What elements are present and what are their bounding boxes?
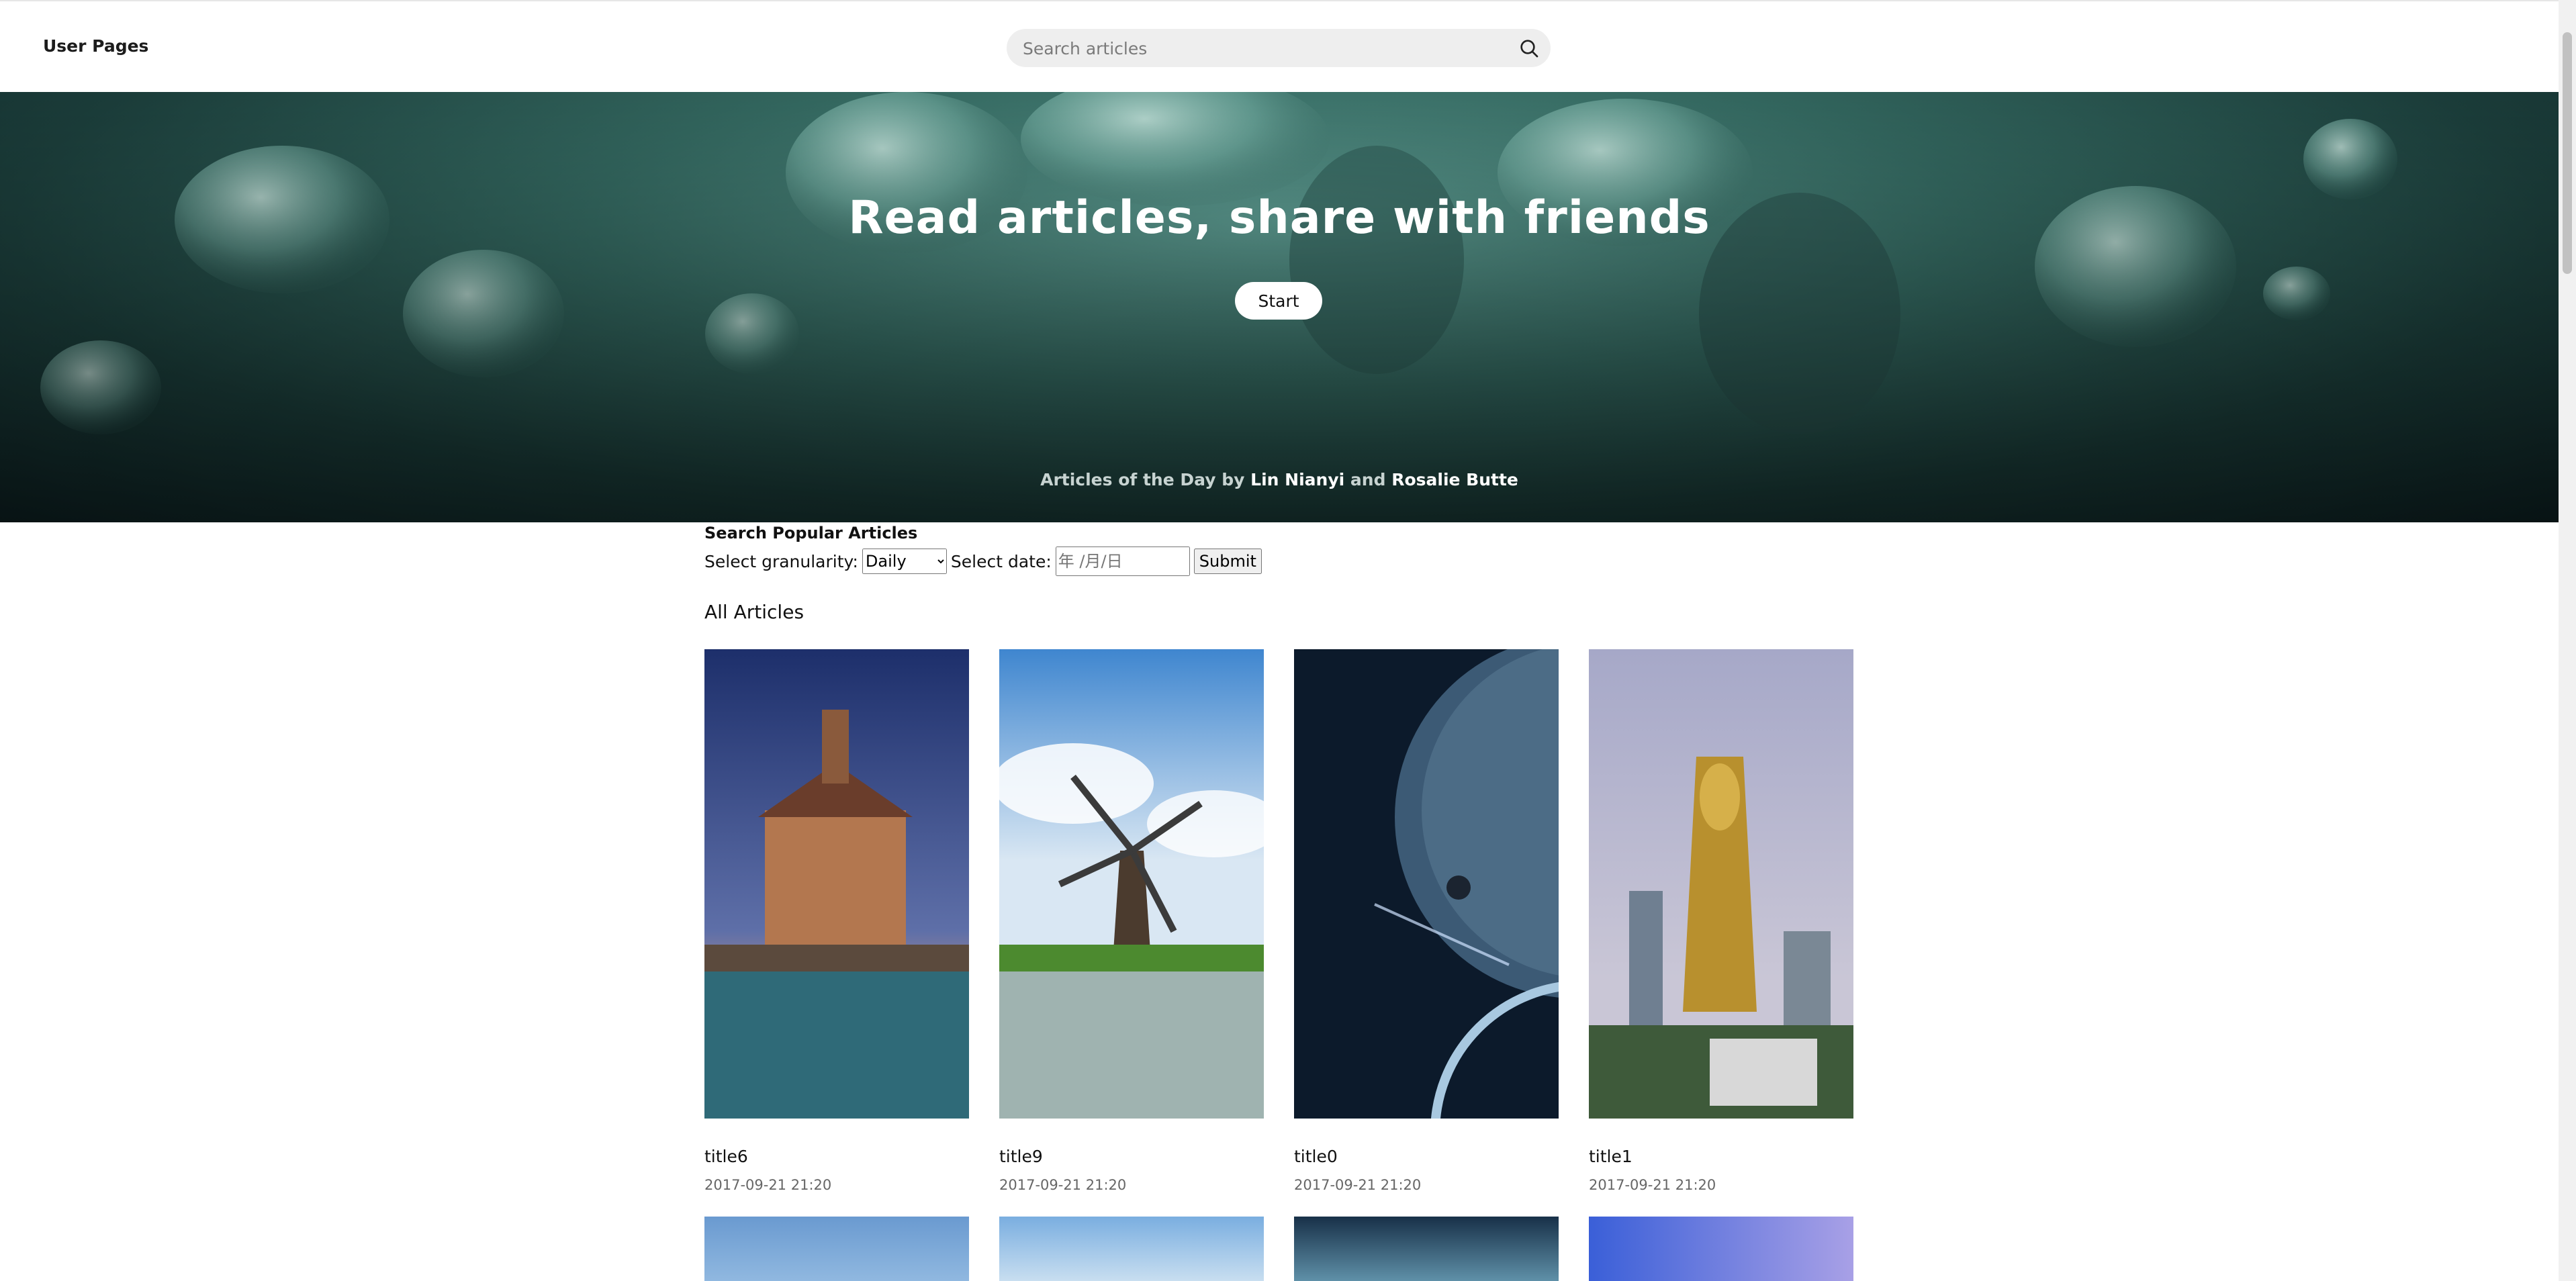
date-label: Select date: <box>950 551 1052 571</box>
search-bar <box>1007 29 1551 68</box>
credit-and: and <box>1350 470 1386 489</box>
article-image-partial[interactable] <box>704 1217 969 1281</box>
hero-headline: Read articles, share with friends <box>848 191 1710 244</box>
article-title[interactable]: title0 <box>1294 1147 1559 1166</box>
credit-author-1[interactable]: Lin Nianyi <box>1250 470 1344 489</box>
article-card[interactable]: title0 2017-09-21 21:20 <box>1294 636 1757 1281</box>
scrollbar-thumb[interactable] <box>2563 32 2572 274</box>
start-button[interactable]: Start <box>1235 282 1322 320</box>
article-title[interactable]: title1 <box>1589 1147 1853 1166</box>
all-articles-title: All Articles <box>704 601 804 623</box>
article-image-town-hall[interactable] <box>704 649 969 1119</box>
popular-section-title: Search Popular Articles <box>704 524 918 542</box>
popular-articles-form: Search Popular Articles Select granulari… <box>704 521 1262 576</box>
top-navigation-bar: User Pages <box>0 0 2559 93</box>
search-input[interactable] <box>1021 29 1494 68</box>
credit-prefix: Articles of the Day by <box>1040 470 1245 489</box>
article-image-skyscraper[interactable] <box>1589 649 1853 1119</box>
article-image-partial[interactable] <box>1294 1217 1559 1281</box>
page-scrollbar[interactable] <box>2559 0 2576 1281</box>
article-date: 2017-09-21 21:20 <box>704 1177 832 1193</box>
article-date: 2017-09-21 21:20 <box>1589 1177 1716 1193</box>
date-input[interactable] <box>1055 547 1190 576</box>
hero-credit: Articles of the Day by Lin Nianyi and Ro… <box>0 470 2559 489</box>
article-date: 2017-09-21 21:20 <box>999 1177 1127 1193</box>
article-image-partial[interactable] <box>999 1217 1264 1281</box>
article-card[interactable]: title9 2017-09-21 21:20 <box>993 649 1281 1193</box>
article-card[interactable]: title6 2017-09-21 21:20 <box>704 649 969 1193</box>
search-icon[interactable] <box>1518 38 1540 59</box>
article-image-windmill[interactable] <box>993 649 1281 1119</box>
article-title[interactable]: title6 <box>704 1147 969 1166</box>
submit-button[interactable]: Submit <box>1193 549 1262 574</box>
granularity-label: Select granularity: <box>704 551 858 571</box>
article-date: 2017-09-21 21:20 <box>1294 1177 1422 1193</box>
article-image-partial[interactable] <box>1589 1217 1853 1281</box>
granularity-select[interactable]: Daily <box>862 549 947 574</box>
article-title[interactable]: title9 <box>999 1147 1264 1166</box>
brand-logo[interactable]: User Pages <box>43 36 148 56</box>
article-image-planet[interactable] <box>1294 636 1757 1281</box>
article-card[interactable]: title1 2017-09-21 21:20 <box>1589 649 1853 1193</box>
hero-banner: Read articles, share with friends Start … <box>0 92 2559 522</box>
credit-author-2[interactable]: Rosalie Butte <box>1391 470 1518 489</box>
